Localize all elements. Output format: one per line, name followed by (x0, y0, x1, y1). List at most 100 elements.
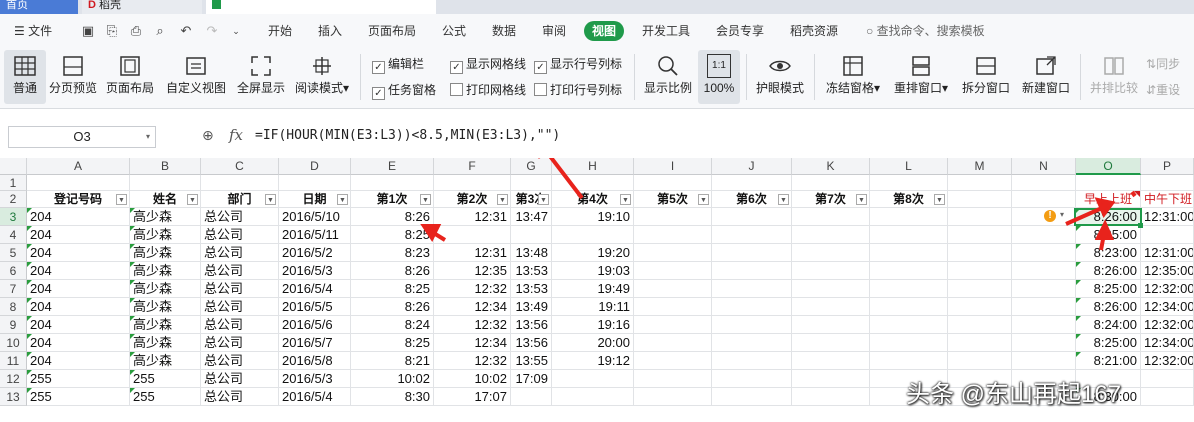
document-tab-docer[interactable]: D 稻壳 (82, 0, 202, 14)
eye-protection-button[interactable]: 护眼模式 (752, 50, 808, 104)
page-layout-view-button[interactable]: 页面布局 (104, 50, 156, 104)
freeze-dropdown-icon: ▾ (873, 81, 881, 95)
show-gridlines-checkbox[interactable]: ✓ 显示网格线 (450, 56, 526, 74)
tab-developer[interactable]: 开发工具 (642, 23, 690, 39)
print-gridlines-checkbox[interactable]: 打印网格线 (450, 82, 526, 98)
fullscreen-icon (251, 56, 271, 76)
quick-access-dropdown-icon[interactable]: ⌄ (228, 23, 244, 39)
command-search[interactable]: ○ 查找命令、搜索模板 (866, 23, 985, 39)
show-gridlines-label: 显示网格线 (466, 57, 527, 71)
eye-icon (769, 60, 791, 72)
reading-mode-label: 阅读模式 (294, 81, 343, 95)
undo-icon[interactable]: ↶ (178, 23, 194, 39)
tab-page-layout[interactable]: 页面布局 (368, 23, 416, 39)
tab-view[interactable]: 视图 (584, 21, 625, 41)
sync-scroll-label: 同步 (1156, 57, 1181, 71)
custom-view-button[interactable]: 自定义视图 (164, 50, 228, 104)
zoom-button[interactable]: 显示比例 (642, 50, 694, 104)
ribbon-separator (634, 54, 635, 100)
zoom-search-icon[interactable]: ⊕ (202, 127, 214, 144)
file-menu[interactable]: ☰ 文件 (14, 23, 52, 39)
page-break-label: 分页预览 (48, 81, 97, 95)
docer-logo-icon: D (88, 0, 96, 11)
tab-formulas[interactable]: 公式 (442, 23, 466, 39)
menu-bar: ☰ 文件 ▣ ⎘ ⎙ ⌕ ↶ ↷ ⌄ 开始 插入 页面布局 公式 数据 审阅 视… (0, 14, 1194, 49)
print-preview-icon[interactable]: ⌕ (152, 23, 168, 39)
reading-mode-icon (313, 57, 331, 75)
fullscreen-label: 全屏显示 (236, 81, 285, 95)
ribbon-separator (1080, 54, 1081, 100)
new-window-button[interactable]: 新建窗口 (1018, 50, 1074, 104)
red-arrow-o2-tick (1130, 190, 1137, 198)
rearrange-dropdown-icon: ▾ (941, 81, 949, 95)
insert-function-icon[interactable]: fx (229, 126, 243, 144)
actual-size-icon: 1:1 (707, 54, 731, 78)
search-icon: ○ (866, 24, 874, 38)
checkbox-checked-icon: ✓ (534, 61, 547, 74)
reset-position-icon: ⇵ (1146, 83, 1157, 97)
reset-position-label: 重设 (1156, 83, 1181, 97)
tab-member[interactable]: 会员专享 (716, 23, 764, 39)
spreadsheet-file-icon (212, 0, 221, 9)
zoom-icon (658, 56, 678, 76)
red-arrowhead-o3-below (1094, 219, 1115, 240)
tab-review[interactable]: 审阅 (542, 23, 566, 39)
sync-scroll-button[interactable]: ⇅同步 (1146, 56, 1180, 72)
normal-view-button[interactable]: 普通 (4, 50, 46, 104)
task-pane-checkbox[interactable]: ✓ 任务窗格 (372, 82, 436, 100)
zoom-label: 显示比例 (643, 81, 692, 95)
page-break-preview-button[interactable]: 分页预览 (48, 50, 98, 104)
rearrange-windows-icon (912, 56, 930, 76)
print-icon[interactable]: ⎙ (128, 23, 144, 39)
fullscreen-button[interactable]: 全屏显示 (234, 50, 288, 104)
edit-bar-label: 编辑栏 (388, 57, 425, 71)
export-pdf-icon[interactable]: ⎘ (104, 23, 120, 39)
tab-home[interactable]: 开始 (268, 23, 292, 39)
reset-position-button[interactable]: ⇵重设 (1146, 82, 1180, 98)
print-headers-label: 打印行号列标 (550, 83, 623, 97)
split-window-label: 拆分窗口 (961, 81, 1010, 95)
name-box[interactable]: O3 ▾ (8, 126, 156, 148)
tab-insert[interactable]: 插入 (318, 23, 342, 39)
document-tab-home[interactable]: 首页 (0, 0, 78, 14)
side-by-side-button[interactable]: 并排比较 (1088, 50, 1140, 104)
freeze-panes-button[interactable]: 冻结窗格▾ (822, 50, 884, 104)
watermark-text: 头条 @东山再起167 (906, 381, 1122, 408)
file-menu-label: 文件 (28, 24, 53, 38)
page-layout-icon (120, 56, 140, 76)
new-window-icon (1036, 56, 1056, 75)
checkbox-unchecked-icon (534, 83, 547, 96)
red-arrowhead-o3-left (1094, 197, 1116, 219)
zoom-100-label: 100% (703, 81, 735, 95)
page-layout-label: 页面布局 (105, 81, 154, 95)
document-tab-strip: 首页 D 稻壳 (0, 0, 1194, 14)
reading-mode-button[interactable]: 阅读模式▾ (292, 50, 352, 104)
spreadsheet-grid[interactable]: ABCDEFGHIJKLMNOP 1 2 3 4 5 6 7 8 9 10 11 12 13 登记号码 ▼… (0, 158, 1194, 422)
red-arrow-o3-left (1065, 206, 1103, 226)
reading-mode-dropdown-icon: ▾ (342, 81, 350, 95)
red-arrow-formula (548, 158, 584, 200)
zoom-100-button[interactable]: 1:1 100% (698, 50, 740, 104)
edit-bar-checkbox[interactable]: ✓ 编辑栏 (372, 56, 424, 74)
tab-data[interactable]: 数据 (492, 23, 516, 39)
redo-icon[interactable]: ↷ (204, 23, 220, 39)
save-icon[interactable]: ▣ (80, 23, 96, 39)
split-window-icon (976, 57, 996, 75)
name-box-dropdown-icon[interactable]: ▾ (146, 127, 150, 147)
formula-input[interactable]: =IF(HOUR(MIN(E3:L3))<8.5,MIN(E3:L3),"") (255, 126, 560, 146)
checkbox-checked-icon: ✓ (450, 61, 463, 74)
split-window-button[interactable]: 拆分窗口 (958, 50, 1014, 104)
normal-view-icon (14, 56, 36, 76)
rearrange-windows-button[interactable]: 重排窗口▾ (890, 50, 952, 104)
tab-docer-resources[interactable]: 稻壳资源 (790, 23, 838, 39)
show-headers-checkbox[interactable]: ✓ 显示行号列标 (534, 56, 622, 74)
custom-view-label: 自定义视图 (165, 81, 226, 95)
freeze-panes-icon (843, 56, 863, 76)
print-headers-checkbox[interactable]: 打印行号列标 (534, 82, 622, 98)
sync-scroll-icon: ⇅ (1146, 57, 1157, 71)
custom-view-icon (186, 57, 206, 75)
document-tab-active-workbook[interactable] (206, 0, 436, 14)
side-by-side-icon (1104, 57, 1124, 75)
ribbon-separator (360, 54, 361, 100)
formula-bar: O3 ▾ ⊕ fx =IF(HOUR(MIN(E3:L3))<8.5,MIN(E3… (0, 118, 1194, 159)
